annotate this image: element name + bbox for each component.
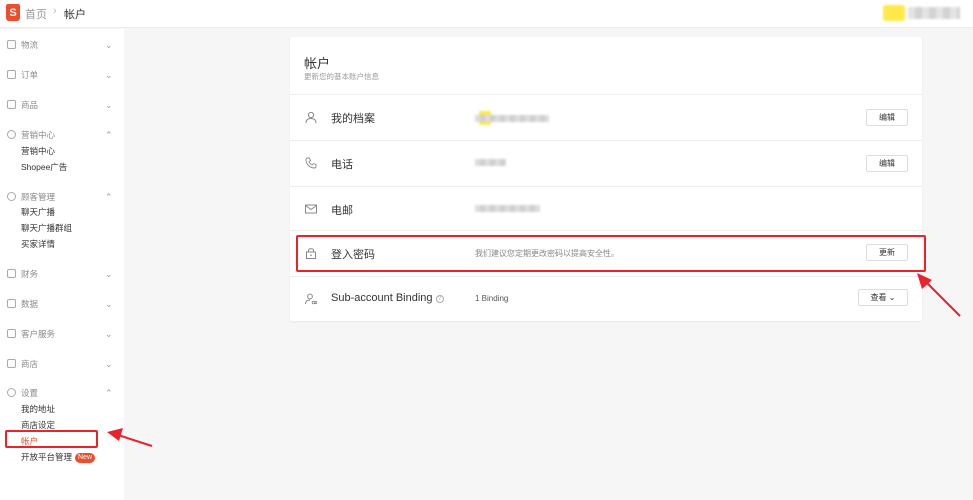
store-icon	[7, 359, 16, 368]
sidebar-menu-customers[interactable]: 顾客管理 ⌃	[0, 190, 124, 204]
sidebar-menu-logistics[interactable]: 物流 ⌄	[0, 38, 124, 52]
user-link-icon	[305, 293, 317, 305]
shopee-logo[interactable]: S	[6, 4, 20, 21]
sidebar-menu-label: 商店	[21, 359, 39, 369]
subaccount-label: Sub-account Binding?	[331, 292, 444, 304]
breadcrumb-home-link[interactable]: 首页	[25, 6, 47, 22]
annotation-highlight-box	[296, 235, 926, 272]
users-icon	[7, 192, 16, 201]
breadcrumb-current: 帐户	[64, 9, 86, 21]
new-badge: New	[75, 453, 96, 463]
profile-value-blurred	[475, 115, 549, 122]
phone-icon	[305, 157, 317, 169]
sidebar-item-chat-broadcast[interactable]: 聊天广播	[21, 206, 55, 218]
page-title: 帐户	[304, 56, 331, 71]
question-circle-icon[interactable]: ?	[435, 295, 444, 303]
sidebar-item-broadcast-groups[interactable]: 聊天广播群组	[21, 222, 72, 234]
sidebar: 物流 ⌄ 订单 ⌄ 商品 ⌄ 营销中心 ⌃ 营销中心 Shopee广告 顾客管理…	[0, 29, 124, 500]
box-icon	[7, 40, 16, 49]
sidebar-item-marketing-center[interactable]: 营销中心	[21, 145, 55, 157]
chevron-up-icon: ⌃	[105, 388, 113, 398]
sidebar-menu-orders[interactable]: 订单 ⌄	[0, 68, 124, 82]
sidebar-menu-customer-service[interactable]: 客户服务 ⌄	[0, 327, 124, 341]
chart-icon	[7, 299, 16, 308]
chevron-down-icon: ⌄	[105, 100, 113, 110]
subaccount-label-text: Sub-account Binding	[331, 292, 433, 304]
sidebar-item-shopee-ads[interactable]: Shopee广告	[21, 161, 67, 173]
chevron-down-icon: ⌄	[105, 40, 113, 50]
sidebar-menu-label: 客户服务	[21, 329, 56, 339]
sidebar-item-open-platform[interactable]: 开放平台管理 New	[21, 451, 96, 463]
sidebar-item-label: 开放平台管理	[21, 452, 73, 462]
sidebar-menu-data[interactable]: 数据 ⌄	[0, 297, 124, 311]
sidebar-menu-label: 财务	[21, 269, 39, 279]
breadcrumb-separator-icon: ›	[53, 5, 57, 17]
chevron-down-icon: ⌄	[105, 299, 113, 309]
chevron-down-icon: ⌄	[888, 293, 896, 302]
chevron-up-icon: ⌃	[105, 130, 113, 140]
account-card: 帐户 更新您的基本账户信息 我的档案 编辑 电话 编辑 电邮 登入密码 我们建议…	[290, 37, 922, 321]
subaccount-row: Sub-account Binding? 1 Binding 查看 ⌄	[290, 276, 922, 321]
sidebar-menu-store[interactable]: 商店 ⌄	[0, 357, 124, 371]
profile-row: 我的档案 编辑	[290, 94, 922, 140]
annotation-arrow-icon	[917, 273, 961, 317]
sidebar-menu-label: 商品	[21, 100, 39, 110]
chat-icon	[7, 329, 16, 338]
chevron-down-icon: ⌄	[105, 359, 113, 369]
chevron-down-icon: ⌄	[105, 70, 113, 80]
sidebar-menu-settings[interactable]: 设置 ⌃	[0, 386, 124, 400]
sidebar-menu-label: 物流	[21, 40, 39, 50]
email-row: 电邮	[290, 186, 922, 230]
view-subaccount-button[interactable]: 查看 ⌄	[858, 289, 908, 306]
subaccount-value: 1 Binding	[475, 294, 509, 303]
edit-phone-button[interactable]: 编辑	[866, 155, 908, 172]
sidebar-item-buyer-details[interactable]: 买家详情	[21, 238, 55, 250]
page-subtitle: 更新您的基本账户信息	[304, 72, 379, 81]
clipboard-icon	[7, 70, 16, 79]
user-name-blurred[interactable]	[908, 7, 960, 19]
phone-value-blurred	[475, 159, 506, 166]
top-header: S 首页 › 帐户	[0, 0, 973, 28]
mail-icon	[305, 204, 317, 214]
sidebar-menu-label: 营销中心	[21, 130, 56, 140]
view-button-label: 查看	[870, 293, 887, 302]
email-value-blurred	[475, 205, 540, 212]
phone-label: 电话	[331, 159, 353, 171]
profile-label: 我的档案	[331, 113, 375, 125]
phone-row: 电话 编辑	[290, 140, 922, 186]
sidebar-menu-label: 数据	[21, 299, 39, 309]
sidebar-item-my-address[interactable]: 我的地址	[21, 403, 55, 415]
user-icon	[305, 111, 317, 123]
sidebar-menu-label: 订单	[21, 70, 39, 80]
chevron-down-icon: ⌄	[105, 269, 113, 279]
bag-icon	[7, 100, 16, 109]
sidebar-menu-label: 顾客管理	[21, 192, 56, 202]
sidebar-menu-finance[interactable]: 财务 ⌄	[0, 267, 124, 281]
tag-icon	[7, 130, 16, 139]
wallet-icon	[7, 269, 16, 278]
sidebar-menu-products[interactable]: 商品 ⌄	[0, 98, 124, 112]
edit-profile-button[interactable]: 编辑	[866, 109, 908, 126]
user-avatar[interactable]	[883, 5, 905, 21]
annotation-highlight-box	[5, 430, 98, 448]
chevron-up-icon: ⌃	[105, 192, 113, 202]
chevron-down-icon: ⌄	[105, 329, 113, 339]
sidebar-menu-marketing[interactable]: 营销中心 ⌃	[0, 128, 124, 142]
gear-icon	[7, 388, 16, 397]
sidebar-menu-label: 设置	[21, 388, 39, 398]
email-label: 电邮	[331, 205, 353, 217]
